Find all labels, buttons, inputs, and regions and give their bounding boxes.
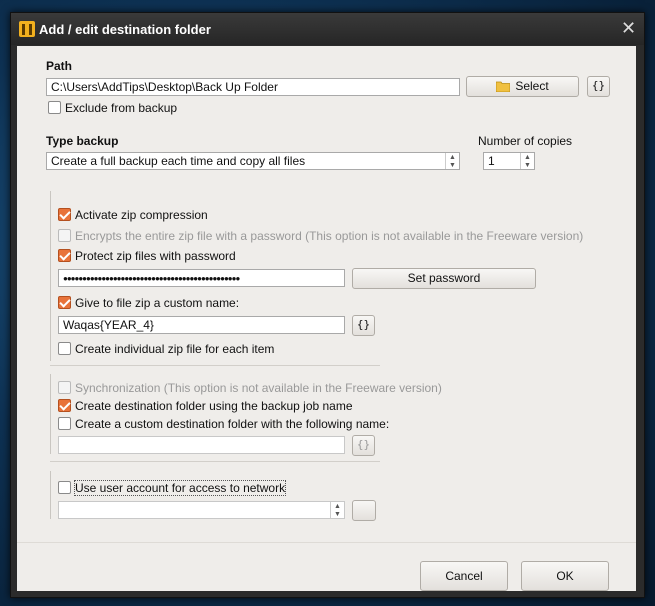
ok-button[interactable]: OK [521,561,609,591]
network-spin-arrows-icon: ▲ ▼ [330,502,344,518]
spin-arrows-icon: ▲ ▼ [445,153,459,169]
exclude-from-backup-checkbox[interactable] [48,101,61,114]
individual-zip-checkbox[interactable] [58,342,71,355]
zip-group-bottom-line [50,365,380,366]
network-account-select[interactable]: ▲ ▼ [58,501,345,519]
path-heading: Path [46,59,73,73]
path-variables-button[interactable]: {} [587,76,610,97]
custom-folder-checkbox[interactable] [58,417,71,430]
custom-name-variables-button[interactable]: {} [352,315,375,336]
custom-name-label: Give to file zip a custom name: [75,296,240,310]
select-folder-button[interactable]: Select [466,76,579,97]
custom-folder-input[interactable] [58,436,345,454]
dialog-body: Path C:\Users\AddTips\Desktop\Back Up Fo… [17,46,636,591]
activate-zip-checkbox[interactable] [58,208,71,221]
exclude-from-backup-label: Exclude from backup [65,101,178,115]
password-field[interactable]: ●●●●●●●●●●●●●●●●●●●●●●●●●●●●●●●●●●●●●●●●… [58,269,345,287]
close-icon[interactable]: ✕ [621,18,636,38]
title-bar[interactable]: Add / edit destination folder ✕ [11,13,644,45]
set-password-button[interactable]: Set password [352,268,536,289]
backup-type-value: Create a full backup each time and copy … [51,154,306,168]
synchronization-label: Synchronization (This option is not avai… [75,381,442,395]
custom-folder-label: Create a custom destination folder with … [75,417,390,431]
path-input[interactable]: C:\Users\AddTips\Desktop\Back Up Folder [46,78,460,96]
network-account-checkbox[interactable] [58,481,71,494]
cancel-button[interactable]: Cancel [420,561,508,591]
dialog-window: Add / edit destination folder ✕ Path C:\… [10,12,645,598]
copies-value: 1 [488,154,495,168]
job-name-folder-checkbox[interactable] [58,399,71,412]
footer-divider [17,542,636,543]
copies-spin-arrows-icon[interactable]: ▲ ▼ [520,153,534,169]
protect-zip-label: Protect zip files with password [75,249,236,263]
individual-zip-label: Create individual zip file for each item [75,342,275,356]
encrypt-zip-label: Encrypts the entire zip file with a pass… [75,229,584,243]
custom-folder-variables-button: {} [352,435,375,456]
custom-name-checkbox[interactable] [58,296,71,309]
folder-icon [495,81,511,93]
custom-name-input[interactable]: Waqas{YEAR_4} [58,316,345,334]
activate-zip-label: Activate zip compression [75,208,208,222]
network-account-button [352,500,376,521]
copies-spinbox[interactable]: 1 ▲ ▼ [483,152,535,170]
type-backup-heading: Type backup [46,134,119,148]
backup-type-select[interactable]: Create a full backup each time and copy … [46,152,460,170]
job-name-folder-label: Create destination folder using the back… [75,399,353,413]
zip-group-divider [50,191,51,361]
window-title: Add / edit destination folder [39,22,211,37]
app-icon [19,21,35,37]
copies-label: Number of copies [478,134,573,148]
encrypt-zip-checkbox [58,229,71,242]
network-group-divider [50,471,51,519]
sync-group-bottom-line [50,461,380,462]
synchronization-checkbox [58,381,71,394]
select-label: Select [515,79,549,93]
protect-zip-checkbox[interactable] [58,249,71,262]
sync-group-divider [50,374,51,454]
network-account-label: Use user account for access to network [73,480,287,496]
